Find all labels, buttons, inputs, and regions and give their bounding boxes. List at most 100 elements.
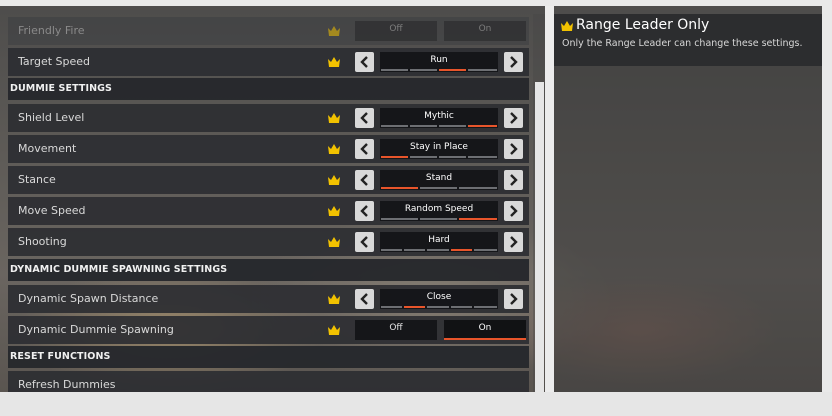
toggle-on-button[interactable]: On (444, 320, 526, 340)
option-progress (381, 306, 497, 308)
setting-row-target-speed: Target Speed Run (8, 48, 529, 76)
option-value-text: Stand (425, 173, 453, 183)
chevron-right-icon (510, 293, 518, 305)
option-progress (381, 156, 497, 158)
section-title: RESET FUNCTIONS (10, 351, 111, 362)
setting-row-dynamic-dummie-spawning: Dynamic Dummie Spawning Off On (8, 316, 529, 344)
option-progress (381, 69, 497, 71)
crown-icon (328, 237, 340, 247)
previous-option-button[interactable] (355, 289, 374, 309)
crown-icon (328, 294, 340, 304)
setting-row-stance: Stance Stand (8, 166, 529, 194)
section-header-reset-functions: RESET FUNCTIONS (8, 346, 529, 368)
section-title: DUMMIE SETTINGS (10, 83, 112, 94)
setting-label: Move Speed (18, 204, 86, 217)
option-value-text: Mythic (424, 111, 454, 121)
setting-label: Shooting (18, 235, 67, 248)
option-value-text: Stay in Place (410, 142, 468, 152)
setting-label: Dynamic Spawn Distance (18, 292, 159, 305)
option-value-text: Close (426, 292, 452, 302)
section-title: DYNAMIC DUMMIE SPAWNING SETTINGS (10, 264, 228, 275)
chevron-right-icon (510, 236, 518, 248)
setting-row-shooting: Shooting Hard (8, 228, 529, 256)
toggle-off-button[interactable]: Off (355, 21, 437, 41)
option-value-text: Hard (428, 235, 450, 245)
setting-row-movement: Movement Stay in Place (8, 135, 529, 163)
next-option-button[interactable] (504, 201, 523, 221)
chevron-left-icon (360, 56, 368, 68)
chevron-right-icon (510, 143, 518, 155)
previous-option-button[interactable] (355, 170, 374, 190)
previous-option-button[interactable] (355, 201, 374, 221)
option-value: Stand (380, 170, 498, 190)
top-border (0, 0, 832, 6)
section-header-dynamic-spawning: DYNAMIC DUMMIE SPAWNING SETTINGS (8, 259, 529, 281)
chevron-right-icon (510, 174, 518, 186)
setting-label: Refresh Dummies (18, 378, 116, 391)
right-border (822, 0, 832, 392)
previous-option-button[interactable] (355, 139, 374, 159)
previous-option-button[interactable] (355, 108, 374, 128)
setting-label: Stance (18, 173, 56, 186)
crown-icon (328, 113, 340, 123)
crown-icon (328, 26, 340, 36)
option-progress (381, 125, 497, 127)
setting-row-friendly-fire: Friendly Fire Off On (8, 17, 529, 45)
chevron-left-icon (360, 143, 368, 155)
toggle-on-button[interactable]: On (444, 21, 526, 41)
previous-option-button[interactable] (355, 232, 374, 252)
next-option-button[interactable] (504, 289, 523, 309)
bottom-border (0, 392, 832, 416)
chevron-right-icon (510, 56, 518, 68)
previous-option-button[interactable] (355, 52, 374, 72)
section-header-dummie-settings: DUMMIE SETTINGS (8, 78, 529, 100)
chevron-left-icon (360, 205, 368, 217)
setting-label: Friendly Fire (18, 24, 85, 37)
toggle-on-label: On (478, 323, 492, 333)
option-value: Mythic (380, 108, 498, 128)
crown-icon (328, 144, 340, 154)
crown-icon (328, 206, 340, 216)
setting-label: Dynamic Dummie Spawning (18, 323, 174, 336)
chevron-right-icon (510, 205, 518, 217)
crown-icon (328, 175, 340, 185)
crown-icon (328, 57, 340, 67)
option-value: Hard (380, 232, 498, 252)
option-value-text: Run (430, 55, 448, 65)
next-option-button[interactable] (504, 139, 523, 159)
option-progress (381, 187, 497, 189)
setting-label: Target Speed (18, 55, 91, 68)
toggle-off-button[interactable]: Off (355, 320, 437, 340)
setting-label: Movement (18, 142, 77, 155)
info-panel-title: Range Leader Only (576, 17, 710, 33)
next-option-button[interactable] (504, 108, 523, 128)
option-value: Random Speed (380, 201, 498, 221)
setting-row-refresh-dummies[interactable]: Refresh Dummies (8, 371, 529, 392)
crown-icon (561, 21, 573, 31)
info-panel-header: Range Leader Only Only the Range Leader … (554, 14, 822, 66)
toggle-off-label: Off (389, 323, 403, 333)
next-option-button[interactable] (504, 52, 523, 72)
next-option-button[interactable] (504, 232, 523, 252)
chevron-left-icon (360, 236, 368, 248)
setting-row-shield-level: Shield Level Mythic (8, 104, 529, 132)
toggle-off-label: Off (389, 24, 403, 34)
next-option-button[interactable] (504, 170, 523, 190)
chevron-left-icon (360, 293, 368, 305)
scrollbar-thumb[interactable] (535, 82, 544, 392)
setting-row-move-speed: Move Speed Random Speed (8, 197, 529, 225)
panel-divider (545, 6, 554, 392)
info-panel-description: Only the Range Leader can change these s… (562, 38, 803, 49)
setting-label: Shield Level (18, 111, 85, 124)
option-value: Run (380, 52, 498, 72)
option-value: Stay in Place (380, 139, 498, 159)
option-progress (381, 218, 497, 220)
chevron-left-icon (360, 112, 368, 124)
info-panel: Range Leader Only Only the Range Leader … (554, 14, 822, 392)
chevron-right-icon (510, 112, 518, 124)
crown-icon (328, 325, 340, 335)
toggle-on-label: On (478, 24, 492, 34)
chevron-left-icon (360, 174, 368, 186)
option-value-text: Random Speed (404, 204, 474, 214)
setting-row-dynamic-spawn-distance: Dynamic Spawn Distance Close (8, 285, 529, 313)
